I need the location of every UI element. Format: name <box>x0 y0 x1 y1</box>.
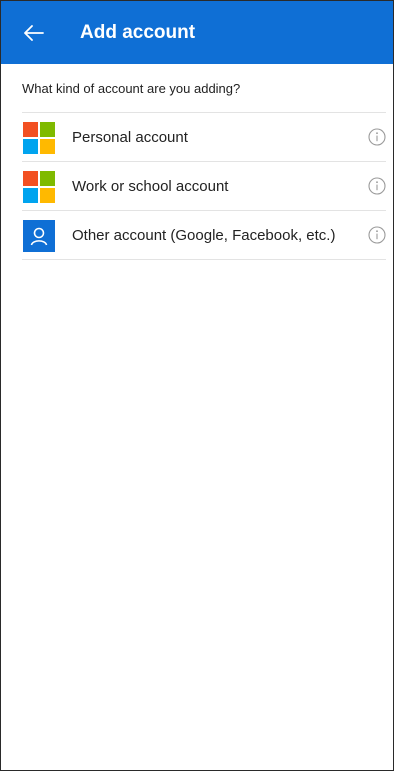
personal-account-option[interactable]: Personal account <box>22 113 386 161</box>
other-account-option[interactable]: Other account (Google, Facebook, etc.) <box>22 211 386 259</box>
personal-account-label: Personal account <box>72 129 188 146</box>
microsoft-logo-icon <box>23 171 55 203</box>
work-school-account-label: Work or school account <box>72 178 229 195</box>
person-icon <box>23 220 55 252</box>
account-type-list: Personal account Work or school account <box>22 112 386 260</box>
divider <box>22 259 386 260</box>
other-account-label: Other account (Google, Facebook, etc.) <box>72 227 336 244</box>
info-icon[interactable] <box>368 226 386 244</box>
microsoft-logo-icon <box>23 122 55 154</box>
back-button[interactable] <box>19 18 49 48</box>
info-icon[interactable] <box>368 177 386 195</box>
app-bar: Add account <box>1 1 393 64</box>
account-type-prompt: What kind of account are you adding? <box>22 81 241 96</box>
app-screen: Add account What kind of account are you… <box>0 0 394 771</box>
info-icon[interactable] <box>368 128 386 146</box>
page-title: Add account <box>80 22 196 43</box>
work-school-account-option[interactable]: Work or school account <box>22 162 386 210</box>
arrow-left-icon <box>24 25 44 41</box>
